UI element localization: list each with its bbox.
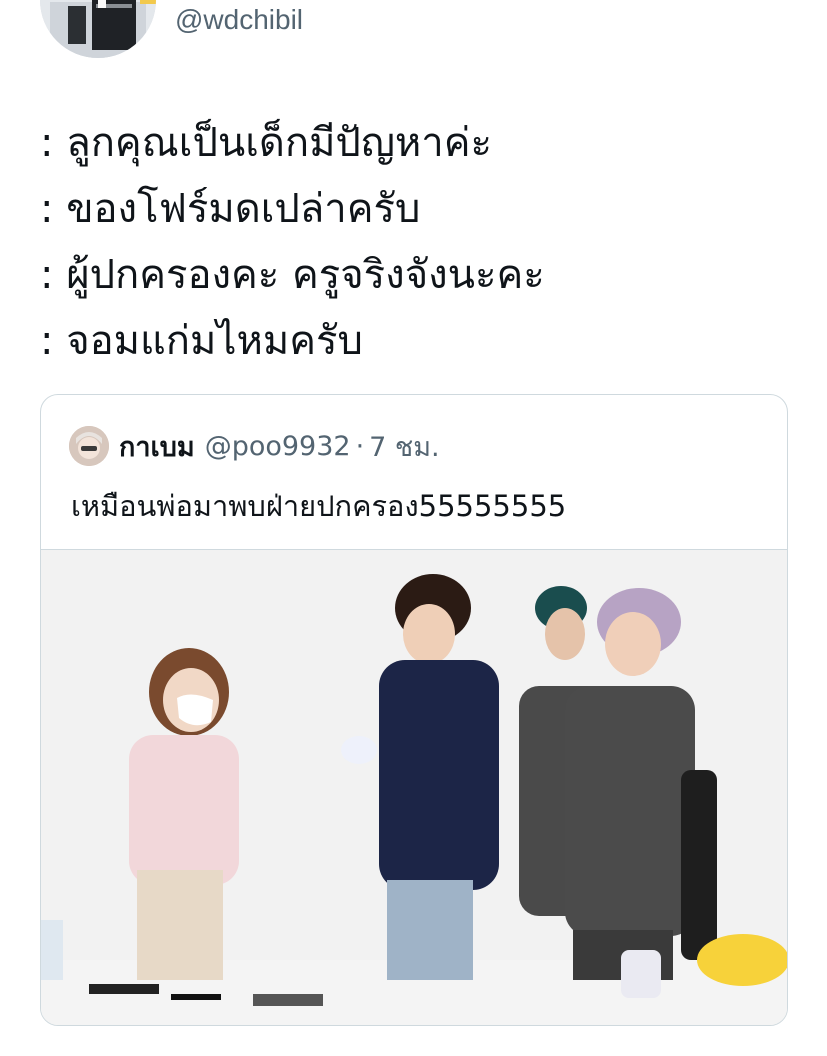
quote-timestamp[interactable]: 7 ชม. [369, 425, 439, 468]
quote-separator: · [355, 430, 365, 462]
quote-avatar-image [69, 426, 109, 466]
quote-tweet-card[interactable]: กาเบม @poo9932 · 7 ชม. เหมือนพ่อมาพบฝ่าย… [40, 394, 788, 1026]
tweet-line: : ลูกคุณเป็นเด็กมีปัญหาค่ะ [40, 120, 492, 166]
quote-header: กาเบม @poo9932 · 7 ชม. [69, 425, 440, 467]
quote-author-handle[interactable]: @poo9932 [205, 431, 351, 462]
tweet-text: : ลูกคุณเป็นเด็กมีปัญหาค่ะ : ของโฟร์มดเป… [40, 110, 800, 374]
quote-text: เหมือนพ่อมาพบฝ่ายปกครอง55555555 [71, 489, 567, 523]
author-handle[interactable]: @wdchibil [175, 4, 303, 36]
media-photo [41, 550, 787, 1025]
author-avatar-image [40, 0, 156, 58]
tweet-line: : จอมแก่มไหมครับ [40, 318, 363, 364]
quote-author-name[interactable]: กาเบม [119, 425, 195, 468]
author-avatar[interactable] [40, 0, 156, 58]
tweet-line: : ของโฟร์มดเปล่าครับ [40, 186, 421, 232]
quote-media-image[interactable] [41, 549, 787, 1025]
tweet-line: : ผู้ปกครองคะ ครูจริงจังนะคะ [40, 252, 545, 298]
quote-avatar[interactable] [69, 426, 109, 466]
